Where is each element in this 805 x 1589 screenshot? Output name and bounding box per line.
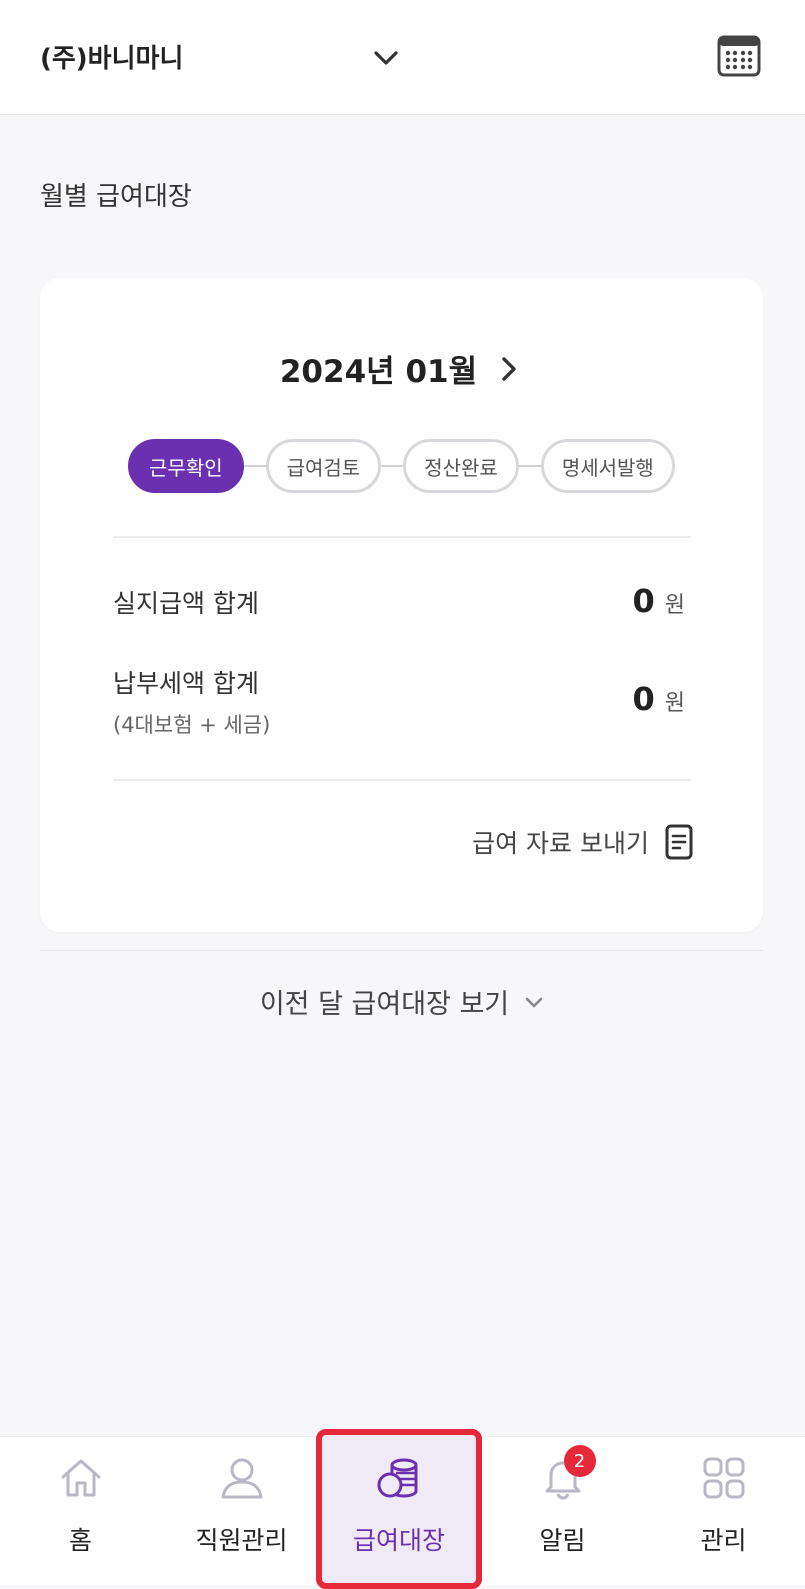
- person-icon: [221, 1458, 262, 1499]
- tax-label: 납부세액 합계: [113, 669, 259, 698]
- tab-label: 직원관리: [195, 1526, 288, 1555]
- tab-manage[interactable]: 관리: [643, 1437, 804, 1586]
- chevron-down-icon[interactable]: [372, 44, 400, 72]
- tab-payroll[interactable]: 급여대장: [316, 1429, 482, 1589]
- step-payroll-review[interactable]: 급여검토: [265, 439, 382, 493]
- tax-amount: 0 원: [632, 680, 685, 718]
- step-connector: [518, 465, 541, 467]
- tax-sub-label: (4대보험 + 세금): [113, 713, 271, 737]
- tab-home[interactable]: 홈: [0, 1437, 161, 1586]
- step-settlement-done[interactable]: 정산완료: [403, 439, 519, 493]
- chevron-right-icon[interactable]: [495, 355, 523, 383]
- tab-label: 홈: [68, 1526, 92, 1555]
- net-pay-label: 실지급액 합계: [113, 589, 259, 618]
- period-label: 2024년 01월: [279, 354, 478, 390]
- divider: [113, 536, 691, 538]
- step-statement-issue[interactable]: 명세서발행: [540, 439, 675, 493]
- net-pay-value: 0: [632, 582, 655, 620]
- bell-icon-wrap: 2: [540, 1445, 596, 1501]
- previous-month-link[interactable]: 이전 달 급여대장 보기: [0, 982, 805, 1021]
- send-payroll-label: 급여 자료 보내기: [472, 829, 649, 858]
- step-work-confirm[interactable]: 근무확인: [128, 439, 244, 493]
- step-connector: [243, 465, 266, 467]
- tab-notifications[interactable]: 2 알림: [482, 1437, 643, 1586]
- calendar-icon[interactable]: [716, 33, 762, 79]
- net-pay-amount: 0 원: [632, 582, 685, 620]
- top-bar: (주)바니마니: [0, 0, 805, 115]
- tab-label: 알림: [539, 1526, 586, 1555]
- currency-unit: 원: [664, 691, 685, 716]
- progress-steps: 근무확인 급여검토 정산완료 명세서발행: [128, 438, 675, 494]
- coins-icon: [377, 1458, 418, 1498]
- chevron-down-icon: [525, 997, 543, 1007]
- section-title: 월별 급여대장: [40, 182, 192, 212]
- currency-unit: 원: [664, 593, 685, 618]
- bottom-tab-bar: 홈 직원관리 급여대장 2 알림 관리: [0, 1429, 805, 1589]
- send-payroll-data-button[interactable]: 급여 자료 보내기: [472, 824, 693, 860]
- divider: [113, 779, 691, 781]
- tax-value: 0: [632, 680, 655, 718]
- payroll-card: 2024년 01월 근무확인 급여검토 정산완료 명세서발행 실지급액 합계 0…: [40, 278, 763, 932]
- grid-icon: [703, 1457, 744, 1499]
- step-connector: [381, 465, 404, 467]
- period-row: 2024년 01월: [40, 346, 763, 391]
- tab-label: 관리: [700, 1526, 747, 1555]
- home-icon: [61, 1459, 100, 1497]
- document-icon: [665, 824, 693, 860]
- divider: [40, 950, 763, 951]
- company-name[interactable]: (주)바니마니: [40, 38, 183, 75]
- previous-month-label: 이전 달 급여대장 보기: [259, 989, 510, 1020]
- notification-badge: 2: [563, 1445, 596, 1477]
- tab-employees[interactable]: 직원관리: [161, 1437, 322, 1586]
- tab-label: 급여대장: [352, 1526, 445, 1555]
